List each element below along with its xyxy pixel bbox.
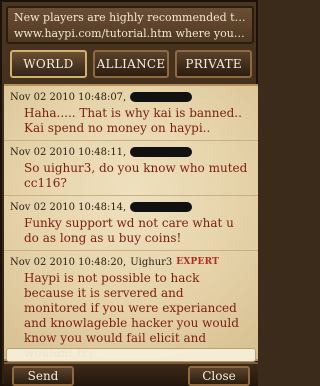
bottom-action-bar: Send Close bbox=[4, 362, 258, 386]
close-button[interactable]: Close bbox=[188, 366, 250, 386]
message-text: Funky support wd not care what u do as l… bbox=[24, 216, 234, 245]
chat-message: Nov 02 2010 10:48:11, So uighur3, do you… bbox=[4, 141, 258, 196]
message-meta: Nov 02 2010 10:48:11, bbox=[10, 145, 252, 159]
notice-banner: New players are highly recommended to re… bbox=[6, 6, 254, 44]
message-timestamp: Nov 02 2010 10:48:11, bbox=[10, 146, 127, 158]
redacted-sender bbox=[130, 92, 193, 102]
message-sender: Uighur3 bbox=[130, 256, 173, 268]
tab-world[interactable]: WORLD bbox=[10, 50, 87, 78]
message-meta: Nov 02 2010 10:48:07, bbox=[10, 90, 252, 104]
notice-line-1: New players are highly recommended to re… bbox=[14, 11, 246, 24]
channel-tabs: WORLD ALLIANCE PRIVATE bbox=[4, 50, 258, 80]
message-text: So uighur3, do you know who muted cc116? bbox=[24, 161, 248, 190]
expert-badge: EXPERT bbox=[176, 257, 219, 267]
message-timestamp: Nov 02 2010 10:48:20, bbox=[10, 256, 127, 268]
tab-private[interactable]: PRIVATE bbox=[175, 50, 253, 78]
send-button[interactable]: Send bbox=[12, 366, 74, 386]
chat-window: New players are highly recommended to re… bbox=[0, 0, 258, 386]
message-input[interactable] bbox=[6, 348, 256, 362]
tab-alliance[interactable]: ALLIANCE bbox=[92, 50, 170, 78]
chat-message: Nov 02 2010 10:48:20, Uighur3 EXPERT Hay… bbox=[4, 251, 258, 360]
redacted-sender bbox=[130, 202, 193, 212]
message-text: Haha..... That is why kai is banned.. Ka… bbox=[24, 106, 242, 135]
message-timestamp: Nov 02 2010 10:48:07, bbox=[10, 91, 127, 103]
message-meta: Nov 02 2010 10:48:14, bbox=[10, 200, 252, 214]
chat-message: Nov 02 2010 10:48:14, Funky support wd n… bbox=[4, 196, 258, 251]
notice-line-2: www.haypi.com/tutorial.htm where you can… bbox=[14, 27, 246, 40]
message-timestamp: Nov 02 2010 10:48:14, bbox=[10, 201, 127, 213]
redacted-sender bbox=[130, 147, 193, 157]
chat-message: Nov 02 2010 10:48:07, Haha..... That is … bbox=[4, 86, 258, 141]
message-list[interactable]: Nov 02 2010 10:48:07, Haha..... That is … bbox=[4, 84, 258, 361]
message-meta: Nov 02 2010 10:48:20, Uighur3 EXPERT bbox=[10, 255, 252, 269]
